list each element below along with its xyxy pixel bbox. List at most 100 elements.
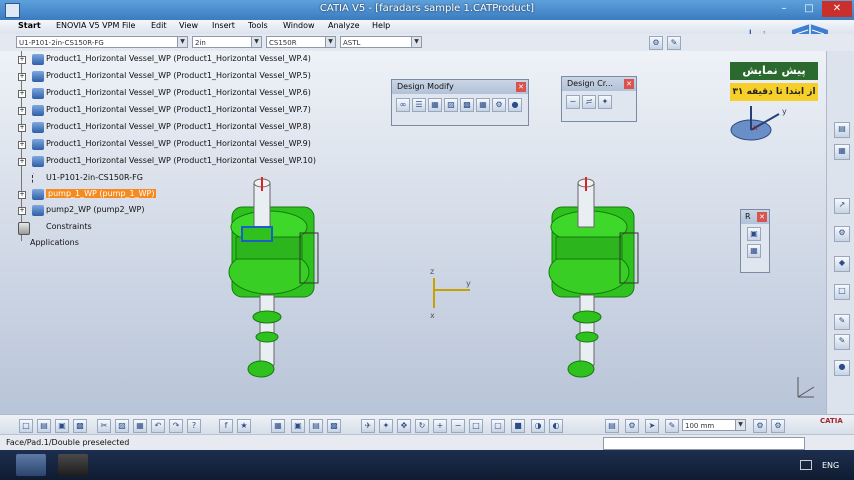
zoom-out-icon[interactable]: − [451,419,465,433]
copy-icon[interactable]: ▨ [115,419,129,433]
close-button[interactable]: ✕ [822,1,852,17]
menu-window[interactable]: Window [283,21,315,30]
menu-insert[interactable]: Insert [212,21,235,30]
redo-icon[interactable]: ↷ [169,419,183,433]
tray-icon[interactable] [800,460,812,470]
length-icon[interactable]: ✎ [665,419,679,433]
standard-combo[interactable]: ASTL ▼ [340,36,422,48]
modify-tool-3-icon[interactable]: ▦ [428,98,442,112]
line-id-combo[interactable]: U1-P101-2in-CS150R-FG ▼ [16,36,188,48]
cut-icon[interactable]: ✂ [97,419,111,433]
save-catalog-icon[interactable]: ▦ [747,244,761,258]
menu-start[interactable]: Start [18,21,41,30]
paste-icon[interactable]: ▦ [133,419,147,433]
create-fitting-icon[interactable]: ✦ [598,95,612,109]
flow-icon[interactable]: ➤ [645,419,659,433]
promo-title: پیش نمایش [730,62,818,80]
minimize-button[interactable]: – [772,1,796,17]
normal-view-icon[interactable]: □ [469,419,483,433]
hide-show-icon[interactable]: ◑ [531,419,545,433]
pump-2-model[interactable] [544,177,644,387]
tool-rt-7-icon[interactable]: ✎ [834,314,850,330]
modify-tool-5-icon[interactable]: ▩ [460,98,474,112]
options-icon[interactable]: ⚙ [771,419,785,433]
close-icon[interactable]: ✕ [757,212,767,222]
catia-taskbar-icon[interactable] [16,454,46,476]
route-tool-icon[interactable]: ✎ [667,36,681,50]
camtasia-taskbar-icon[interactable] [58,454,88,476]
pump-1-model[interactable] [224,177,324,387]
menu-analyze[interactable]: Analyze [328,21,360,30]
window-title: CATIA V5 - [faradars sample 1.CATProduct… [319,3,535,14]
compass-widget[interactable]: y x [729,104,799,144]
rotate-icon[interactable]: ↻ [415,419,429,433]
maximize-button[interactable]: □ [797,1,821,17]
new-icon[interactable]: □ [19,419,33,433]
command-input[interactable] [603,437,805,450]
fit-all-icon[interactable]: ✦ [379,419,393,433]
tool-rt-9-icon[interactable]: ● [834,360,850,376]
tree-item[interactable]: + Product1_Horizontal Vessel_WP (Product1… [0,121,340,135]
menu-tools[interactable]: Tools [248,21,268,30]
catalog-icon[interactable]: ▣ [291,419,305,433]
3d-viewport[interactable]: + Product1_Horizontal Vessel_WP (Product1… [0,51,826,414]
measure-icon[interactable]: ▤ [309,419,323,433]
size-combo[interactable]: 2in ▼ [192,36,262,48]
swap-space-icon[interactable]: ◐ [549,419,563,433]
menu-file[interactable]: File [122,21,135,30]
status-message: Face/Pad.1/Double preselected [6,438,130,447]
formula-icon[interactable]: f [219,419,233,433]
save-icon[interactable]: ▣ [55,419,69,433]
parts-catalog-icon[interactable]: ▣ [747,227,761,241]
modify-tool-1-icon[interactable]: ∞ [396,98,410,112]
tree-item[interactable]: + Product1_Horizontal Vessel_WP (Product1… [0,138,340,152]
pan-icon[interactable]: ✥ [397,419,411,433]
help-icon[interactable]: ? [187,419,201,433]
menu-help[interactable]: Help [372,21,390,30]
tree-item[interactable]: + Product1_Horizontal Vessel_WP (Product1… [0,104,340,118]
units-combo[interactable]: 100 mm ▼ [682,419,746,431]
create-pipe-icon[interactable]: ∽ [566,95,580,109]
open-icon[interactable]: ▤ [37,419,51,433]
modify-tool-8-icon[interactable]: ● [508,98,522,112]
window-controls: – □ ✕ [771,1,852,17]
tree-item[interactable]: + Product1_Horizontal Vessel_WP (Product1… [0,155,340,169]
snap-icon[interactable]: ⚙ [625,419,639,433]
tool-rt-5-icon[interactable]: ◆ [834,256,850,272]
tool-rt-1-icon[interactable]: ▤ [834,122,850,138]
fly-mode-icon[interactable]: ✈ [361,419,375,433]
shading-icon[interactable]: ■ [511,419,525,433]
language-indicator[interactable]: ENG [822,461,839,470]
bottom-toolbar: □ ▤ ▣ ▩ ✂ ▨ ▦ ↶ ↷ ? f ★ ▦ ▣ ▤ ▩ ✈ ✦ ✥ ↻ … [0,414,854,435]
tool-rt-6-icon[interactable]: □ [834,284,850,300]
menu-enovia[interactable]: ENOVIA V5 VPM [56,21,119,30]
menu-edit[interactable]: Edit [151,21,167,30]
zoom-in-icon[interactable]: + [433,419,447,433]
tree-item[interactable]: + Product1_Horizontal Vessel_WP (Product1… [0,53,340,67]
spec-combo[interactable]: CS150R ▼ [266,36,336,48]
table-icon[interactable]: ▦ [271,419,285,433]
close-icon[interactable]: ✕ [624,79,634,89]
modify-tool-2-icon[interactable]: ☰ [412,98,426,112]
close-icon[interactable]: ✕ [516,82,526,92]
route-icon[interactable]: ▤ [605,419,619,433]
pipe-tool-icon[interactable]: ⚙ [649,36,663,50]
create-route-icon[interactable]: ≓ [582,95,596,109]
tool-rt-3-icon[interactable]: ↗ [834,198,850,214]
modify-tool-7-icon[interactable]: ⚙ [492,98,506,112]
knowledge-icon[interactable]: ★ [237,419,251,433]
tree-item[interactable]: + Product1_Horizontal Vessel_WP (Product1… [0,87,340,101]
iso-view-icon[interactable]: ▢ [491,419,505,433]
settings-icon[interactable]: ⚙ [753,419,767,433]
tree-item[interactable]: + Product1_Horizontal Vessel_WP (Product1… [0,70,340,84]
menu-view[interactable]: View [179,21,198,30]
corner-triad-icon [797,377,815,398]
modify-tool-4-icon[interactable]: ▨ [444,98,458,112]
tool-rt-8-icon[interactable]: ✎ [834,334,850,350]
analysis-icon[interactable]: ▩ [327,419,341,433]
undo-icon[interactable]: ↶ [151,419,165,433]
modify-tool-6-icon[interactable]: ▦ [476,98,490,112]
print-icon[interactable]: ▩ [73,419,87,433]
tool-rt-4-icon[interactable]: ⚙ [834,226,850,242]
tool-rt-2-icon[interactable]: ▦ [834,144,850,160]
